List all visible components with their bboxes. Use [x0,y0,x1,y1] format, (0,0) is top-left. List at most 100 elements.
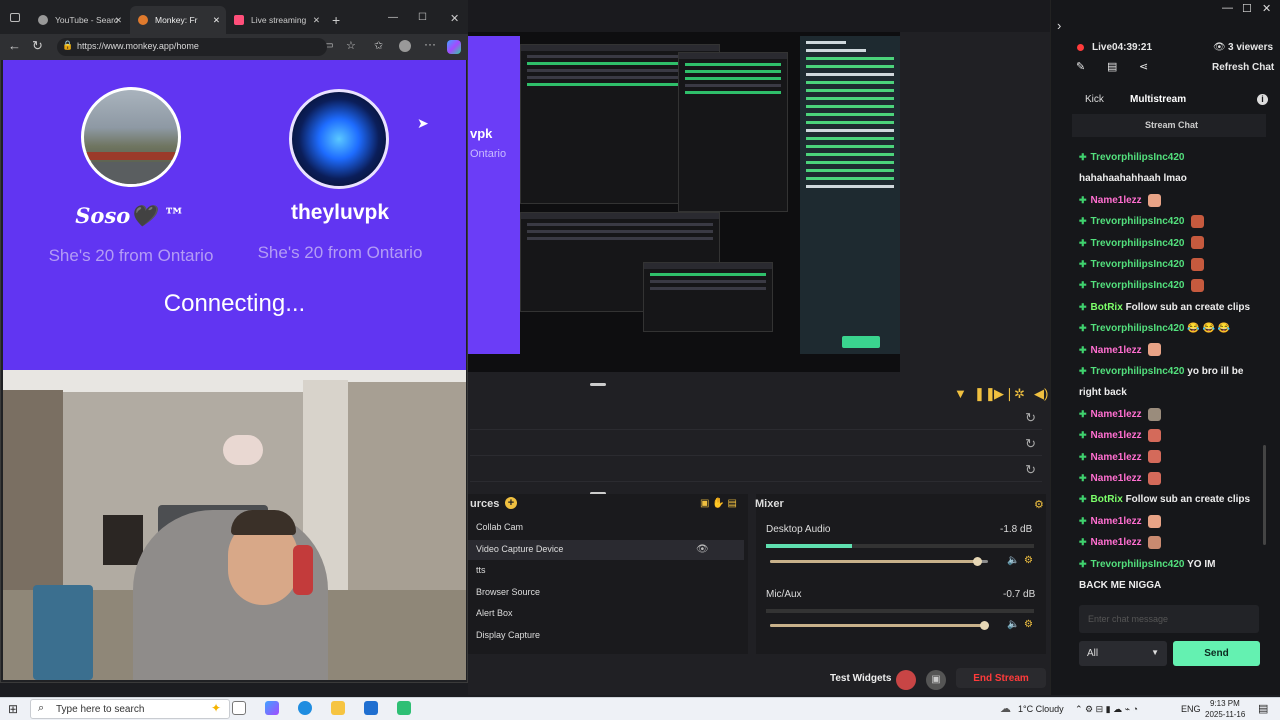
back-icon[interactable]: ← [8,38,21,53]
chat-username[interactable]: Name1lezz [1091,345,1142,356]
chat-filter-select[interactable]: All ▼ [1079,641,1167,666]
close-tab-icon[interactable]: ✕ [313,15,320,26]
record-button[interactable] [896,670,916,690]
taskbar-search[interactable]: ⌕ Type here to search ✦ [30,699,230,719]
copilot-icon[interactable] [265,701,279,715]
kick-icon: ✚ [1079,344,1087,355]
settings-icon[interactable]: ✲ [1014,386,1025,402]
chat-username[interactable]: TrevorphilipsInc420 [1091,280,1185,291]
reload-icon[interactable]: ↻ [32,38,43,54]
chat-username[interactable]: Name1lezz [1091,195,1142,206]
chat-username[interactable]: Name1lezz [1091,473,1142,484]
chat-username[interactable]: TrevorphilipsInc420 [1091,216,1185,227]
favorites-icon[interactable]: ✩ [374,39,383,52]
source-item[interactable]: Collab Cam [476,522,523,532]
refresh-icon[interactable]: ↻ [1025,436,1036,452]
end-stream-button[interactable]: End Stream [956,668,1046,688]
outlook-icon[interactable] [364,701,378,715]
tab-youtube[interactable]: YouTube - Searc ✕ [30,6,128,34]
tab-multistream[interactable]: Multistream [1130,94,1186,105]
clock-time[interactable]: 9:13 PM [1210,699,1240,708]
tab-monkey[interactable]: Monkey: Fr ✕ [130,6,226,34]
notifications-icon[interactable]: ▤ [1258,702,1268,715]
chat-username[interactable]: Name1lezz [1091,430,1142,441]
chat-username[interactable]: Name1lezz [1091,409,1142,420]
pause-icon[interactable]: ❚❚ [974,386,996,402]
volume-icon[interactable]: ◀) [1034,386,1048,402]
source-item[interactable]: Display Capture [476,630,540,640]
refresh-icon[interactable]: ↻ [1025,462,1036,478]
live-icon [234,15,244,25]
weather-text[interactable]: 1°C Cloudy [1018,704,1064,714]
close-icon[interactable]: ✕ [450,12,459,25]
windows-start-icon[interactable]: ⊞ [8,702,18,716]
live-time: Live04:39:21 [1092,42,1153,53]
tab-actions-icon[interactable] [10,13,20,22]
info-icon[interactable]: i [1257,94,1268,105]
filter-icon[interactable]: ▼ [954,386,967,401]
chat-scrollbar[interactable] [1263,445,1266,545]
mic-aux-slider-knob[interactable] [980,621,989,630]
source-item[interactable]: Alert Box [476,608,513,618]
camera-icon[interactable]: ▣ [926,670,946,690]
close-icon[interactable]: ✕ [1262,2,1271,15]
clipboard-icon[interactable]: ▤ [1107,60,1117,73]
tab-kick[interactable]: Kick [1085,94,1104,105]
minimize-icon[interactable]: — [1222,2,1233,14]
tray-icons[interactable]: ⌃ ⚙ ⊟ ▮ ☁ ⌁ ◔ [1075,704,1138,715]
chat-username[interactable]: TrevorphilipsInc420 [1091,366,1185,377]
visibility-hidden-icon[interactable]: 👁 [696,544,709,555]
share-icon[interactable]: ⋖ [1139,60,1148,73]
site-info-icon[interactable]: 🔒 [62,40,73,51]
refresh-icon[interactable]: ↻ [1025,410,1036,426]
profile-avatar[interactable] [399,40,411,52]
obs-top-bar [468,0,1050,32]
chat-username[interactable]: TrevorphilipsInc420 [1091,152,1185,163]
favorite-star-icon[interactable]: ☆ [346,39,356,52]
tab-live-streaming[interactable]: Live streaming ✕ [226,6,326,34]
chat-username[interactable]: Name1lezz [1091,516,1142,527]
edge-icon[interactable] [298,701,312,715]
address-bar[interactable]: 🔒 https://www.monkey.app/home [57,38,327,56]
audio-settings-icon[interactable]: ⚙ [1024,555,1033,566]
chat-username[interactable]: BotRix [1091,494,1123,505]
refresh-chat-button[interactable]: Refresh Chat [1212,62,1274,73]
mixer-settings-icon[interactable]: ⚙ [1034,498,1044,511]
chevron-right-icon[interactable]: › [1057,18,1061,33]
source-item[interactable]: Video Capture Device [476,544,563,554]
maximize-icon[interactable]: ☐ [418,12,427,23]
clock-date[interactable]: 2025-11-16 [1205,710,1245,719]
skip-icon[interactable]: ▶❘ [994,386,1015,402]
send-button[interactable]: Send [1173,641,1260,666]
copilot-icon[interactable] [447,40,461,54]
chat-username[interactable]: Name1lezz [1091,452,1142,463]
chat-username[interactable]: TrevorphilipsInc420 [1091,559,1185,570]
chat-message-input[interactable]: Enter chat message [1079,605,1259,633]
audio-settings-icon[interactable]: ⚙ [1024,619,1033,630]
close-tab-icon[interactable]: ✕ [115,15,122,26]
source-tools-icon[interactable]: ▣ ✋ ▤ [700,498,737,509]
close-tab-icon[interactable]: ✕ [213,15,220,26]
event-row: ↻ [470,432,1042,456]
speaker-icon[interactable]: 🔈 [1007,555,1019,566]
chat-username[interactable]: BotRix [1091,302,1123,313]
add-source-icon[interactable]: + [505,497,517,509]
more-menu-icon[interactable]: ··· [424,37,436,51]
new-tab-icon[interactable]: + [332,12,340,28]
desktop-audio-slider-knob[interactable] [973,557,982,566]
search-placeholder: Type here to search [56,704,145,715]
source-item[interactable]: Browser Source [476,587,540,597]
chat-username[interactable]: TrevorphilipsInc420 [1091,259,1185,270]
speaker-icon[interactable]: 🔈 [1007,619,1019,630]
source-item[interactable]: tts [476,565,486,575]
minimize-icon[interactable]: — [388,12,398,23]
edit-icon[interactable]: ✎ [1076,60,1085,73]
chat-username[interactable]: Name1lezz [1091,537,1142,548]
chat-username[interactable]: TrevorphilipsInc420 [1091,323,1185,334]
file-explorer-icon[interactable] [331,701,345,715]
streamlabs-icon[interactable] [397,701,411,715]
task-view-icon[interactable] [232,701,246,715]
chat-username[interactable]: TrevorphilipsInc420 [1091,238,1185,249]
maximize-icon[interactable]: ☐ [1242,2,1252,15]
language-indicator[interactable]: ENG [1181,704,1201,714]
